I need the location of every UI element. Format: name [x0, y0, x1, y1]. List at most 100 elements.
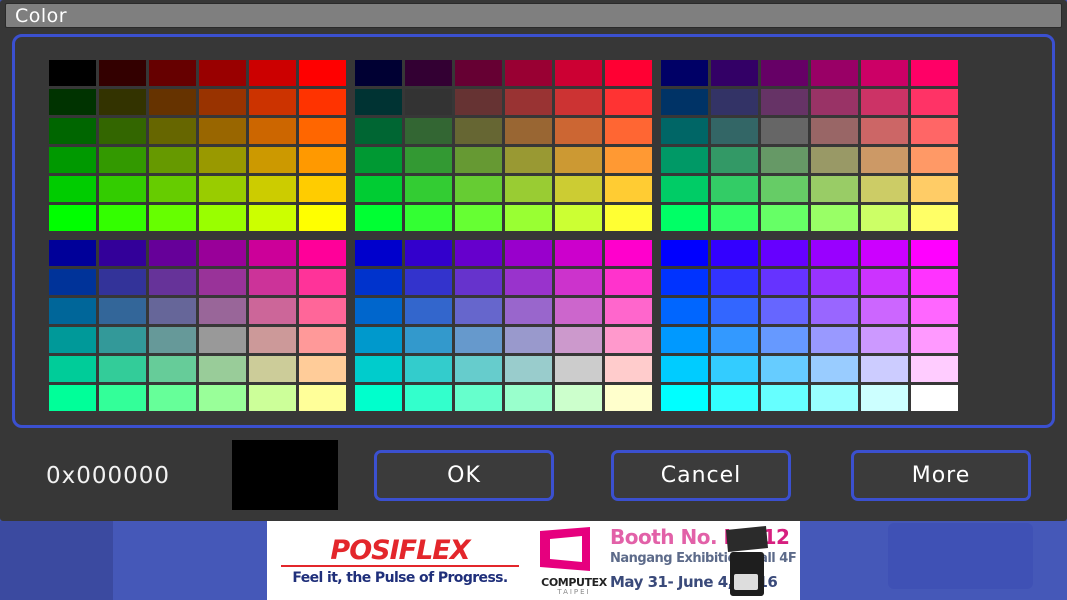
- color-swatch[interactable]: [605, 240, 652, 266]
- color-swatch[interactable]: [455, 176, 502, 202]
- color-swatch[interactable]: [861, 118, 908, 144]
- color-swatch[interactable]: [911, 176, 958, 202]
- color-swatch[interactable]: [605, 269, 652, 295]
- color-swatch[interactable]: [99, 269, 146, 295]
- color-swatch[interactable]: [199, 176, 246, 202]
- color-swatch[interactable]: [711, 385, 758, 411]
- color-swatch[interactable]: [299, 60, 346, 86]
- color-swatch[interactable]: [249, 147, 296, 173]
- color-swatch[interactable]: [49, 298, 96, 324]
- color-swatch[interactable]: [249, 356, 296, 382]
- color-swatch[interactable]: [505, 60, 552, 86]
- color-swatch[interactable]: [661, 356, 708, 382]
- color-swatch[interactable]: [405, 240, 452, 266]
- color-swatch[interactable]: [49, 385, 96, 411]
- color-swatch[interactable]: [555, 298, 602, 324]
- color-swatch[interactable]: [861, 327, 908, 353]
- color-swatch[interactable]: [761, 385, 808, 411]
- color-swatch[interactable]: [711, 269, 758, 295]
- color-swatch[interactable]: [555, 60, 602, 86]
- color-swatch[interactable]: [199, 327, 246, 353]
- palette-grid[interactable]: [49, 60, 1017, 411]
- color-swatch[interactable]: [249, 269, 296, 295]
- color-swatch[interactable]: [355, 298, 402, 324]
- color-swatch[interactable]: [811, 269, 858, 295]
- color-swatch[interactable]: [405, 356, 452, 382]
- color-swatch[interactable]: [299, 356, 346, 382]
- color-swatch[interactable]: [249, 298, 296, 324]
- color-swatch[interactable]: [355, 240, 402, 266]
- color-swatch[interactable]: [199, 60, 246, 86]
- color-swatch[interactable]: [355, 205, 402, 231]
- color-swatch[interactable]: [99, 147, 146, 173]
- color-swatch[interactable]: [249, 205, 296, 231]
- color-swatch[interactable]: [605, 147, 652, 173]
- color-swatch[interactable]: [661, 118, 708, 144]
- color-swatch[interactable]: [761, 205, 808, 231]
- color-swatch[interactable]: [661, 89, 708, 115]
- color-swatch[interactable]: [911, 327, 958, 353]
- color-swatch[interactable]: [149, 327, 196, 353]
- color-swatch[interactable]: [861, 240, 908, 266]
- color-swatch[interactable]: [811, 240, 858, 266]
- color-swatch[interactable]: [299, 327, 346, 353]
- color-swatch[interactable]: [299, 240, 346, 266]
- color-swatch[interactable]: [99, 89, 146, 115]
- color-swatch[interactable]: [911, 205, 958, 231]
- color-swatch[interactable]: [761, 298, 808, 324]
- color-swatch[interactable]: [605, 118, 652, 144]
- color-swatch[interactable]: [405, 298, 452, 324]
- color-swatch[interactable]: [405, 205, 452, 231]
- color-swatch[interactable]: [455, 385, 502, 411]
- color-swatch[interactable]: [355, 327, 402, 353]
- color-swatch[interactable]: [861, 269, 908, 295]
- color-swatch[interactable]: [199, 205, 246, 231]
- color-swatch[interactable]: [661, 385, 708, 411]
- color-swatch[interactable]: [199, 89, 246, 115]
- color-swatch[interactable]: [711, 240, 758, 266]
- color-swatch[interactable]: [555, 176, 602, 202]
- color-swatch[interactable]: [505, 240, 552, 266]
- color-swatch[interactable]: [299, 118, 346, 144]
- color-swatch[interactable]: [555, 269, 602, 295]
- color-swatch[interactable]: [711, 118, 758, 144]
- color-swatch[interactable]: [149, 298, 196, 324]
- color-swatch[interactable]: [149, 176, 196, 202]
- color-swatch[interactable]: [711, 298, 758, 324]
- color-swatch[interactable]: [405, 118, 452, 144]
- color-swatch[interactable]: [605, 385, 652, 411]
- color-swatch[interactable]: [355, 118, 402, 144]
- color-swatch[interactable]: [861, 147, 908, 173]
- color-swatch[interactable]: [761, 89, 808, 115]
- color-swatch[interactable]: [299, 298, 346, 324]
- color-swatch[interactable]: [761, 176, 808, 202]
- color-swatch[interactable]: [911, 240, 958, 266]
- color-swatch[interactable]: [99, 60, 146, 86]
- color-swatch[interactable]: [661, 60, 708, 86]
- color-swatch[interactable]: [761, 147, 808, 173]
- color-swatch[interactable]: [405, 147, 452, 173]
- color-swatch[interactable]: [99, 356, 146, 382]
- color-swatch[interactable]: [355, 356, 402, 382]
- color-swatch[interactable]: [861, 176, 908, 202]
- color-swatch[interactable]: [49, 356, 96, 382]
- color-swatch[interactable]: [861, 60, 908, 86]
- color-swatch[interactable]: [555, 327, 602, 353]
- color-swatch[interactable]: [711, 356, 758, 382]
- confirm-button[interactable]: [888, 523, 1033, 589]
- color-swatch[interactable]: [711, 205, 758, 231]
- color-swatch[interactable]: [405, 385, 452, 411]
- color-swatch[interactable]: [149, 89, 196, 115]
- color-swatch[interactable]: [911, 118, 958, 144]
- color-swatch[interactable]: [355, 176, 402, 202]
- color-swatch[interactable]: [711, 176, 758, 202]
- color-swatch[interactable]: [811, 89, 858, 115]
- color-swatch[interactable]: [505, 89, 552, 115]
- color-swatch[interactable]: [405, 89, 452, 115]
- color-swatch[interactable]: [555, 89, 602, 115]
- advertisement-banner[interactable]: POSIFLEX Feel it, the Pulse of Progress.…: [267, 521, 800, 600]
- color-swatch[interactable]: [661, 205, 708, 231]
- color-swatch[interactable]: [99, 118, 146, 144]
- color-swatch[interactable]: [99, 298, 146, 324]
- color-swatch[interactable]: [605, 89, 652, 115]
